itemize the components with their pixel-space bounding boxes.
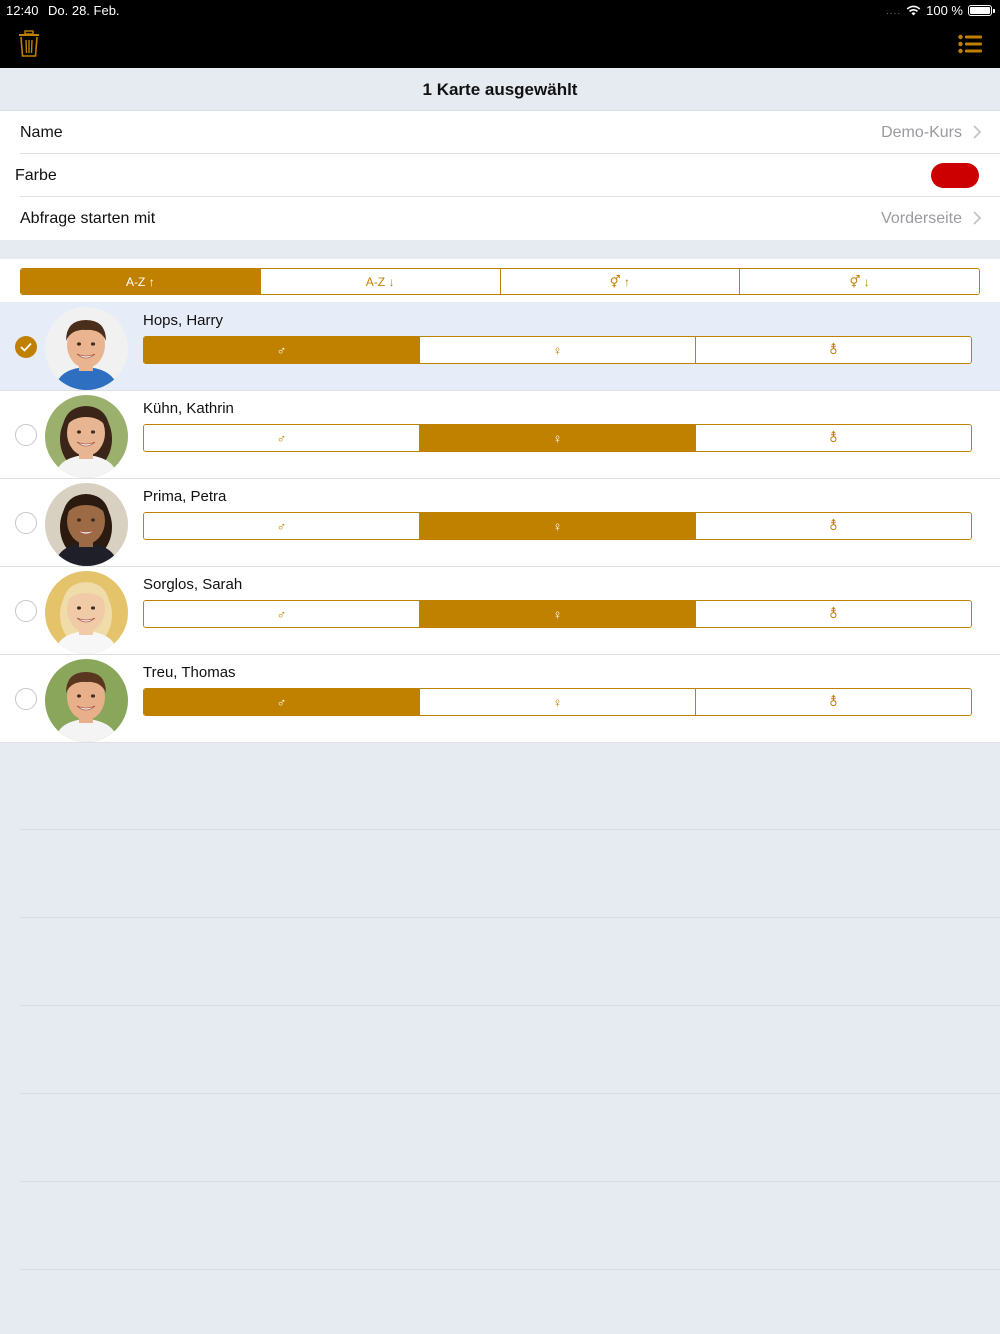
chevron-right-icon — [973, 125, 982, 139]
student-name: Hops, Harry — [143, 312, 224, 329]
gender-diverse-button[interactable]: ⚨ — [696, 513, 971, 539]
setting-name-value: Demo-Kurs — [881, 124, 962, 141]
student-name: Kühn, Kathrin — [143, 400, 234, 417]
gender-diverse-button[interactable]: ⚨ — [696, 337, 971, 363]
setting-name-row[interactable]: Name Demo-Kurs — [0, 111, 1000, 154]
radio-button[interactable] — [15, 688, 37, 710]
gender-segmented-control: ♂ ♀ ⚨ — [143, 688, 972, 716]
status-time: 12:40 — [6, 3, 39, 18]
gender-diverse-button[interactable]: ⚨ — [696, 689, 971, 715]
setting-color-label: Farbe — [15, 167, 57, 184]
avatar — [45, 659, 128, 742]
gender-male-button[interactable]: ♂ — [144, 689, 420, 715]
list-icon[interactable] — [958, 34, 982, 54]
gender-segmented-control: ♂ ♀ ⚨ — [143, 336, 972, 364]
sort-gender-asc-button[interactable]: ⚥ ↑ — [500, 269, 741, 294]
status-indicators: .... 100 % — [886, 3, 995, 18]
trash-icon[interactable] — [16, 30, 42, 58]
divider — [20, 917, 1000, 918]
chevron-right-icon — [973, 211, 982, 225]
student-row[interactable]: Sorglos, Sarah ♂ ♀ ⚨ — [0, 567, 1000, 655]
radio-button[interactable] — [15, 512, 37, 534]
student-name: Prima, Petra — [143, 488, 227, 505]
gender-male-button[interactable]: ♂ — [144, 337, 420, 363]
sort-az-asc-button[interactable]: A-Z ↑ — [21, 269, 261, 294]
gender-segmented-control: ♂ ♀ ⚨ — [143, 512, 972, 540]
divider — [20, 829, 1000, 830]
wifi-icon — [906, 5, 921, 16]
setting-start-row[interactable]: Abfrage starten mit Vorderseite — [0, 197, 1000, 240]
setting-start-value: Vorderseite — [881, 210, 962, 227]
status-date: Do. 28. Feb. — [48, 3, 120, 18]
gender-segmented-control: ♂ ♀ ⚨ — [143, 600, 972, 628]
radio-button[interactable] — [15, 600, 37, 622]
top-bar: 12:40 Do. 28. Feb. .... 100 % — [0, 0, 1000, 68]
gender-male-button[interactable]: ♂ — [144, 425, 420, 451]
avatar — [45, 395, 128, 478]
gender-female-button[interactable]: ♀ — [420, 425, 696, 451]
sort-segmented-control: A-Z ↑ A-Z ↓ ⚥ ↑ ⚥ ↓ — [20, 268, 980, 295]
gender-male-button[interactable]: ♂ — [144, 513, 420, 539]
setting-name-label: Name — [20, 124, 63, 141]
divider — [20, 1269, 1000, 1270]
student-row[interactable]: Kühn, Kathrin ♂ ♀ ⚨ — [0, 391, 1000, 479]
student-name: Treu, Thomas — [143, 664, 236, 681]
sort-az-desc-button[interactable]: A-Z ↓ — [260, 269, 501, 294]
color-swatch[interactable] — [931, 163, 979, 188]
sort-gender-desc-button[interactable]: ⚥ ↓ — [740, 269, 979, 294]
signal-dots: .... — [886, 6, 902, 17]
divider — [20, 1005, 1000, 1006]
divider — [20, 1093, 1000, 1094]
gender-female-button[interactable]: ♀ — [420, 513, 696, 539]
gender-female-button[interactable]: ♀ — [420, 337, 696, 363]
sort-bar: A-Z ↑ A-Z ↓ ⚥ ↑ ⚥ ↓ — [0, 259, 1000, 302]
student-row[interactable]: Prima, Petra ♂ ♀ ⚨ — [0, 479, 1000, 567]
gender-diverse-button[interactable]: ⚨ — [696, 601, 971, 627]
student-row[interactable]: Hops, Harry ♂ ♀ ⚨ — [0, 303, 1000, 391]
gender-male-button[interactable]: ♂ — [144, 601, 420, 627]
divider — [20, 1181, 1000, 1182]
selection-title: 1 Karte ausgewählt — [0, 68, 1000, 111]
setting-color-row: Farbe — [0, 154, 1000, 197]
student-row[interactable]: Treu, Thomas ♂ ♀ ⚨ — [0, 655, 1000, 743]
avatar — [45, 307, 128, 390]
battery-icon — [968, 5, 995, 16]
gender-female-button[interactable]: ♀ — [420, 601, 696, 627]
gender-segmented-control: ♂ ♀ ⚨ — [143, 424, 972, 452]
checkmark-icon[interactable] — [15, 336, 37, 358]
setting-start-label: Abfrage starten mit — [20, 210, 156, 227]
gender-female-button[interactable]: ♀ — [420, 689, 696, 715]
radio-button[interactable] — [15, 424, 37, 446]
student-name: Sorglos, Sarah — [143, 576, 243, 593]
avatar — [45, 571, 128, 654]
gender-diverse-button[interactable]: ⚨ — [696, 425, 971, 451]
avatar — [45, 483, 128, 566]
battery-percent: 100 % — [926, 3, 963, 18]
